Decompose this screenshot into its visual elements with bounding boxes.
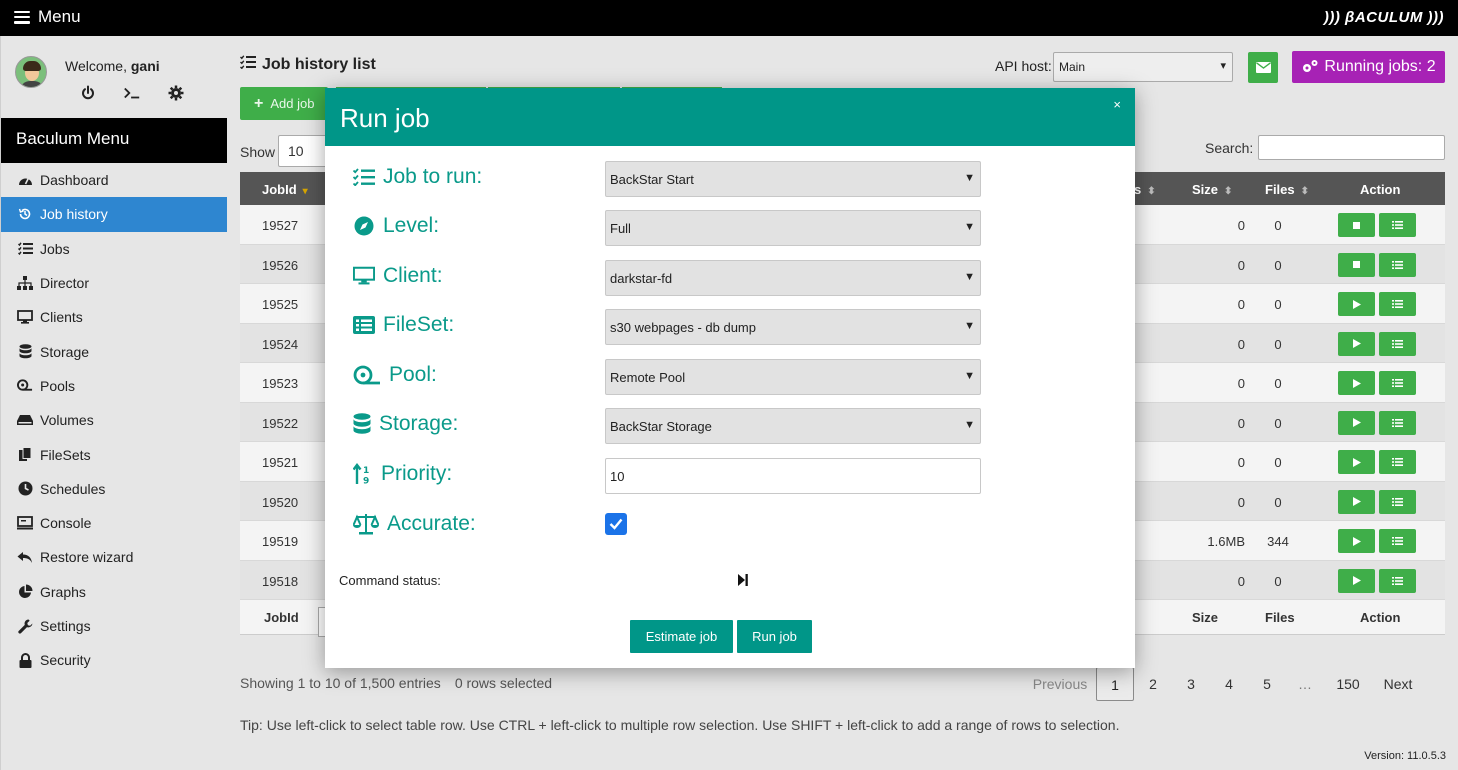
field-level: Level: Full ▼ — [325, 210, 1135, 246]
estimate-job-button[interactable]: Estimate job — [630, 620, 733, 653]
field-storage: Storage: BackStar Storage ▼ — [325, 408, 1135, 444]
job-label: Job to run: — [383, 165, 483, 188]
run-job-button[interactable]: Run job — [737, 620, 812, 653]
compass-icon — [353, 215, 375, 237]
list-alt-icon — [353, 314, 375, 336]
fileset-select[interactable]: s30 webpages - db dump ▼ — [605, 309, 981, 345]
run-job-modal: Run job × Job to run: BackStar Start ▼ Le… — [325, 88, 1135, 668]
sort-amount-icon: 19 — [353, 463, 373, 485]
command-status-label: Command status: — [339, 573, 441, 588]
pool-label: Pool: — [389, 363, 437, 386]
field-priority: 1 9 Priority: 10 — [325, 458, 1135, 494]
level-label: Level: — [383, 214, 440, 237]
fileset-label: FileSet: — [383, 313, 455, 336]
chevron-down-icon: ▼ — [964, 271, 975, 283]
check-icon — [609, 518, 623, 530]
field-fileset: FileSet: s30 webpages - db dump ▼ — [325, 309, 1135, 345]
step-forward-icon — [738, 573, 748, 589]
svg-text:1: 1 — [363, 466, 369, 476]
accurate-label: Accurate: — [387, 512, 476, 535]
balance-scale-icon — [353, 513, 379, 535]
chevron-down-icon: ▼ — [964, 221, 975, 233]
tape-icon — [353, 364, 381, 386]
field-client: Client: darkstar-fd ▼ — [325, 260, 1135, 296]
modal-title: Run job — [340, 103, 430, 133]
storage-label: Storage: — [379, 412, 459, 435]
tasks-icon — [353, 166, 375, 188]
field-job: Job to run: BackStar Start ▼ — [325, 161, 1135, 197]
database-icon — [353, 413, 371, 435]
modal-header: Run job × — [325, 88, 1135, 146]
desktop-icon — [353, 265, 375, 287]
chevron-down-icon: ▼ — [964, 172, 975, 184]
client-select[interactable]: darkstar-fd ▼ — [605, 260, 981, 296]
client-label: Client: — [383, 264, 443, 287]
chevron-down-icon: ▼ — [964, 370, 975, 382]
field-pool: Pool: Remote Pool ▼ — [325, 359, 1135, 395]
pool-select[interactable]: Remote Pool ▼ — [605, 359, 981, 395]
field-accurate: Accurate: — [325, 508, 1135, 544]
svg-text:9: 9 — [363, 477, 369, 486]
close-icon[interactable]: × — [1113, 97, 1121, 112]
storage-select[interactable]: BackStar Storage ▼ — [605, 408, 981, 444]
job-select[interactable]: BackStar Start ▼ — [605, 161, 981, 197]
priority-label: Priority: — [381, 462, 453, 485]
chevron-down-icon: ▼ — [964, 320, 975, 332]
level-select[interactable]: Full ▼ — [605, 210, 981, 246]
priority-input[interactable]: 10 — [605, 458, 981, 494]
chevron-down-icon: ▼ — [964, 419, 975, 431]
accurate-checkbox[interactable] — [605, 513, 627, 535]
